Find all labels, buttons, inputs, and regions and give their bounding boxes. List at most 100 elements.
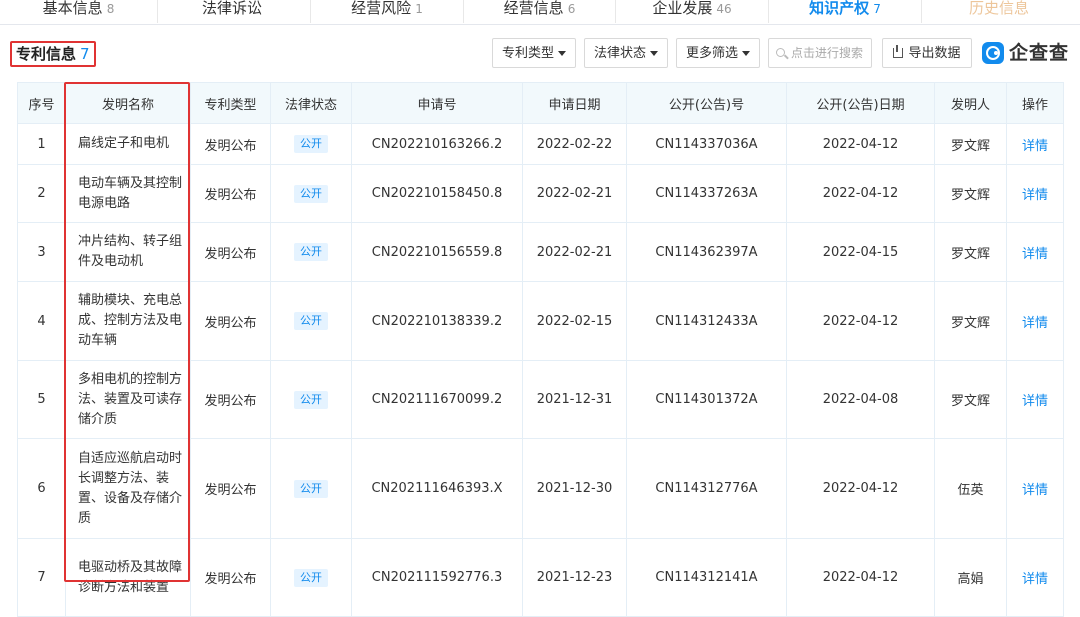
cell-app-date: 2022-02-21 [522,222,627,282]
tab-intellectual-property[interactable]: 知识产权 7 [769,0,922,23]
cell-no: 4 [17,281,66,361]
header-cell: 公开(公告)日期 [786,82,935,124]
search-box [768,38,872,68]
cell-invention-name: 扁线定子和电机 [65,123,191,165]
cell-status: 公开 [270,164,352,223]
details-link[interactable]: 详情 [1022,483,1048,498]
cell-no: 1 [17,123,66,165]
tab-history[interactable]: 历史信息 [922,0,1080,23]
header-cell: 发明名称 [65,82,191,124]
cell-action: 详情 [1006,164,1064,223]
cell-app-no: CN202210158450.8 [351,164,523,223]
cell-app-no: CN202111592776.3 [351,538,523,617]
section-title: 专利信息 7 [10,41,96,67]
tab-count: 8 [106,2,115,16]
cell-type: 发明公布 [190,164,271,223]
table-row: 5 多相电机的控制方法、装置及可读存储介质 发明公布 公开 CN20211167… [17,360,1064,439]
dropdown-label: 专利类型 [501,46,554,61]
cell-pub-date: 2022-04-15 [786,222,935,282]
cell-status: 公开 [270,538,352,617]
cell-app-date: 2021-12-30 [522,438,627,539]
cell-pub-no: CN114312433A [626,281,787,361]
cell-pub-no: CN114337263A [626,164,787,223]
tab-count: 46 [716,2,732,16]
top-tab-bar: 基本信息 8 法律诉讼 经营风险 1 经营信息 6 企业发展 46 知识产权 7 历史信息 [0,0,1080,25]
status-badge: 公开 [294,568,328,587]
cell-action: 详情 [1006,281,1064,361]
cell-status: 公开 [270,222,352,282]
cell-app-date: 2021-12-23 [522,538,627,617]
details-link[interactable]: 详情 [1022,247,1048,262]
tab-count: 6 [567,2,576,16]
cell-action: 详情 [1006,222,1064,282]
cell-app-date: 2022-02-21 [522,164,627,223]
tab-label: 企业发展 [652,0,713,17]
cell-inventor: 高娟 [934,538,1007,617]
cell-inventor: 罗文辉 [934,360,1007,439]
tab-operating-info[interactable]: 经营信息 6 [464,0,616,23]
header-cell: 公开(公告)号 [626,82,787,124]
cell-no: 5 [17,360,66,439]
cell-invention-name: 冲片结构、转子组件及电动机 [65,222,191,282]
patent-table: 序号 发明名称 专利类型 法律状态 申请号 申请日期 公开(公告)号 公开(公告… [17,82,1064,617]
details-link[interactable]: 详情 [1022,139,1048,154]
status-badge: 公开 [294,390,328,409]
header-cell: 申请日期 [522,82,627,124]
table-row: 6 自适应巡航启动时长调整方法、装置、设备及存储介质 发明公布 公开 CN202… [17,438,1064,539]
cell-action: 详情 [1006,538,1064,617]
tab-basic-info[interactable]: 基本信息 8 [0,0,158,23]
tab-legal[interactable]: 法律诉讼 [158,0,311,23]
header-cell: 序号 [17,82,66,124]
header-cell: 法律状态 [270,82,352,124]
search-input[interactable] [791,43,869,63]
more-filters-dropdown[interactable]: 更多筛选 [676,38,760,68]
tab-label: 历史信息 [968,0,1029,17]
tab-development[interactable]: 企业发展 46 [616,0,769,23]
details-link[interactable]: 详情 [1022,316,1048,331]
cell-type: 发明公布 [190,222,271,282]
cell-invention-name: 自适应巡航启动时长调整方法、装置、设备及存储介质 [65,438,191,539]
tab-label: 法律诉讼 [201,0,262,17]
details-link[interactable]: 详情 [1022,572,1048,587]
tab-operating-risk[interactable]: 经营风险 1 [311,0,464,23]
header-cell: 专利类型 [190,82,271,124]
cell-pub-date: 2022-04-08 [786,360,935,439]
logo-mark-icon [982,42,1004,64]
legal-status-dropdown[interactable]: 法律状态 [584,38,668,68]
cell-app-no: CN202210138339.2 [351,281,523,361]
tab-label: 知识产权 [809,0,870,17]
cell-type: 发明公布 [190,281,271,361]
cell-type: 发明公布 [190,538,271,617]
export-button[interactable]: 导出数据 [882,38,972,68]
cell-status: 公开 [270,123,352,165]
table-row: 1 扁线定子和电机 发明公布 公开 CN202210163266.2 2022-… [17,123,1064,165]
cell-pub-no: CN114301372A [626,360,787,439]
cell-inventor: 罗文辉 [934,281,1007,361]
cell-action: 详情 [1006,123,1064,165]
tab-label: 经营信息 [503,0,564,17]
tab-count: 1 [415,2,423,16]
cell-app-date: 2021-12-31 [522,360,627,439]
patent-type-dropdown[interactable]: 专利类型 [492,38,576,68]
table-row: 7 电驱动桥及其故障诊断方法和装置 发明公布 公开 CN202111592776… [17,538,1064,617]
cell-no: 6 [17,438,66,539]
cell-type: 发明公布 [190,123,271,165]
details-link[interactable]: 详情 [1022,188,1048,203]
tab-label: 基本信息 [42,0,103,17]
status-badge: 公开 [294,479,328,498]
cell-type: 发明公布 [190,360,271,439]
header-cell: 发明人 [934,82,1007,124]
details-link[interactable]: 详情 [1022,394,1048,409]
table-row: 2 电动车辆及其控制电源电路 发明公布 公开 CN202210158450.8 … [17,164,1064,223]
cell-inventor: 罗文辉 [934,123,1007,165]
caret-down-icon [742,51,750,56]
cell-app-date: 2022-02-15 [522,281,627,361]
tab-label: 经营风险 [351,0,412,17]
caret-down-icon [650,51,658,56]
cell-status: 公开 [270,360,352,439]
table-header-row: 序号 发明名称 专利类型 法律状态 申请号 申请日期 公开(公告)号 公开(公告… [17,82,1064,124]
tab-count: 7 [873,2,881,16]
search-icon [776,48,785,57]
status-badge: 公开 [294,312,328,330]
cell-invention-name: 电驱动桥及其故障诊断方法和装置 [65,538,191,617]
